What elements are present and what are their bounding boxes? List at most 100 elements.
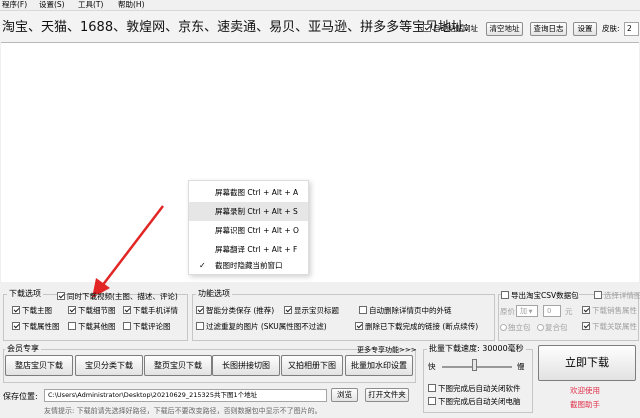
menu-item-hide-window[interactable]: ✓ 截图时隐藏当前窗口: [189, 256, 308, 275]
delete-downloaded-checkbox[interactable]: [355, 322, 363, 330]
menu-bar: 程序(F) 设置(S) 工具(T) 帮助(H): [0, 0, 640, 11]
select-detail-checkbox[interactable]: [594, 291, 602, 299]
shutdown-software-checkbox[interactable]: [428, 384, 436, 392]
combined-package-option[interactable]: 复合包: [537, 323, 568, 333]
member-group-title: 会员专享: [5, 344, 41, 353]
select-detail-option[interactable]: 选择详情图: [594, 291, 640, 301]
standalone-package-option[interactable]: 独立包: [500, 323, 531, 333]
select-detail-label: 选择详情图: [604, 291, 640, 300]
download-sku-attr-checkbox[interactable]: [582, 322, 590, 330]
welcome-text: 欢迎使用: [570, 386, 600, 395]
original-price-label: 原价: [500, 307, 515, 316]
download-sku-attr-option[interactable]: 下载关联属性: [582, 322, 637, 332]
menu-settings[interactable]: 设置(S): [39, 0, 65, 10]
delete-downloaded-label: 删除已下载完成的链接 (断点续传): [365, 322, 479, 331]
price-unit-label: 元: [565, 307, 573, 316]
menu-tools[interactable]: 工具(T): [78, 0, 103, 10]
auto-paste-checkbox[interactable]: [423, 24, 431, 32]
auto-paste-label: 自动粘贴网址: [433, 24, 478, 33]
filter-duplicates-checkbox[interactable]: [196, 322, 204, 330]
open-folder-button[interactable]: 打开文件夹: [365, 388, 409, 402]
show-title-checkbox[interactable]: [284, 306, 292, 314]
yupoo-download-button[interactable]: 又拍相册下图: [281, 355, 343, 376]
auto-delete-links-option[interactable]: 自动删除详情页中的外链: [359, 306, 452, 316]
search-log-button[interactable]: 查询日志: [530, 22, 567, 36]
shutdown-software-option[interactable]: 下图完成后自动关闭软件: [428, 384, 521, 394]
watermark-settings-button[interactable]: 批量加水印设置: [345, 355, 413, 376]
shutdown-pc-option[interactable]: 下图完成后自动关闭电脑: [428, 397, 521, 407]
combined-label: 复合包: [545, 323, 568, 332]
download-sku-attr-label: 下载关联属性: [592, 322, 637, 331]
menu-program[interactable]: 程序(F): [2, 0, 27, 10]
review-image-checkbox[interactable]: [123, 322, 131, 330]
download-sales-attr-option[interactable]: 下载销售属性: [582, 306, 637, 316]
auto-delete-links-checkbox[interactable]: [359, 306, 367, 314]
detail-image-option[interactable]: 下载细节图: [68, 306, 116, 316]
checkmark-icon: ✓: [199, 261, 206, 270]
more-features-link[interactable]: 更多专享功能>>>: [357, 345, 417, 355]
review-image-label: 下载评论图: [133, 322, 171, 331]
shutdown-pc-checkbox[interactable]: [428, 397, 436, 405]
detail-image-label: 下载细节图: [78, 306, 116, 315]
other-image-option[interactable]: 下载其他图: [68, 322, 116, 332]
screenshot-context-menu: 屏幕截图 Ctrl + Alt + A 屏幕录制 Ctrl + Alt + S …: [188, 180, 309, 275]
shutdown-software-label: 下图完成后自动关闭软件: [438, 384, 521, 393]
long-image-button[interactable]: 长图拼接切图: [212, 355, 280, 376]
auto-paste-option[interactable]: 自动粘贴网址: [423, 24, 478, 34]
speed-slider-thumb[interactable]: [472, 359, 477, 371]
export-csv-option[interactable]: 导出淘宝CSV数据包: [501, 291, 579, 301]
page-download-button[interactable]: 整页宝贝下载: [144, 355, 212, 376]
menu-item-screenshot[interactable]: 屏幕截图 Ctrl + Alt + A: [189, 183, 308, 202]
standalone-label: 独立包: [508, 323, 531, 332]
export-csv-label: 导出淘宝CSV数据包: [511, 291, 579, 300]
shop-download-button[interactable]: 整店宝贝下载: [5, 355, 73, 376]
combined-radio[interactable]: [537, 323, 544, 331]
feature-options-title: 功能选项: [196, 289, 232, 298]
smart-save-checkbox[interactable]: [196, 306, 204, 314]
mobile-detail-label: 下载手机详情: [133, 306, 178, 315]
menu-item-screen-ocr[interactable]: 屏幕识图 Ctrl + Alt + O: [189, 221, 308, 240]
shutdown-pc-label: 下图完成后自动关闭电脑: [438, 397, 521, 406]
speed-slow-label: 慢: [517, 362, 525, 371]
assistant-text: 截图助手: [570, 400, 600, 409]
main-image-checkbox[interactable]: [12, 306, 20, 314]
speed-slider-track[interactable]: [442, 366, 512, 368]
delete-downloaded-option[interactable]: 删除已下载完成的链接 (断点续传): [355, 322, 478, 332]
save-location-label: 保存位置:: [3, 392, 38, 401]
export-csv-checkbox[interactable]: [501, 291, 509, 299]
mobile-detail-checkbox[interactable]: [123, 306, 131, 314]
category-download-button[interactable]: 宝贝分类下载: [75, 355, 143, 376]
menu-help[interactable]: 帮助(H): [118, 0, 145, 10]
attribute-image-option[interactable]: 下载属性图: [12, 322, 60, 332]
filter-duplicates-label: 过滤重复的图片 (SKU属性图不过滤): [206, 322, 327, 331]
standalone-radio[interactable]: [500, 323, 507, 331]
show-title-label: 显示宝贝标题: [294, 306, 339, 315]
download-video-checkbox[interactable]: [57, 292, 65, 300]
supported-sites-label: 淘宝、天猫、1688、敦煌网、京东、速卖通、易贝、亚马逊、拼多多等宝贝地址:: [2, 20, 469, 35]
filter-duplicates-option[interactable]: 过滤重复的图片 (SKU属性图不过滤): [196, 322, 327, 332]
smart-save-option[interactable]: 智能分类保存 (推荐): [196, 306, 274, 316]
price-amount-input[interactable]: 0: [543, 305, 561, 317]
price-operator-select[interactable]: 加 ▼: [516, 305, 538, 317]
download-video-option[interactable]: 同时下载视频(主图、描述、评论): [57, 292, 178, 302]
review-image-option[interactable]: 下载评论图: [123, 322, 171, 332]
attribute-image-label: 下载属性图: [22, 322, 60, 331]
download-sales-attr-checkbox[interactable]: [582, 306, 590, 314]
show-title-option[interactable]: 显示宝贝标题: [284, 306, 339, 316]
menu-item-screen-record[interactable]: 屏幕录制 Ctrl + Alt + S: [189, 202, 308, 221]
browse-button[interactable]: 浏览: [331, 388, 358, 402]
attribute-image-checkbox[interactable]: [12, 322, 20, 330]
main-image-option[interactable]: 下载主图: [12, 306, 52, 316]
skin-input[interactable]: 2: [624, 22, 639, 36]
download-options-title: 下载选项: [7, 289, 43, 298]
save-path-input[interactable]: C:\Users\Administrator\Desktop\20210629_…: [44, 389, 327, 402]
other-image-checkbox[interactable]: [68, 322, 76, 330]
clear-address-button[interactable]: 清空地址: [486, 22, 523, 36]
detail-image-checkbox[interactable]: [68, 306, 76, 314]
settings-button[interactable]: 设置: [573, 22, 597, 36]
csv-options-group: [498, 294, 639, 341]
mobile-detail-option[interactable]: 下载手机详情: [123, 306, 178, 316]
batch-speed-title: 批量下载速度: 30000毫秒: [427, 344, 526, 353]
download-now-button[interactable]: 立即下载: [538, 345, 636, 381]
download-sales-attr-label: 下载销售属性: [592, 306, 637, 315]
